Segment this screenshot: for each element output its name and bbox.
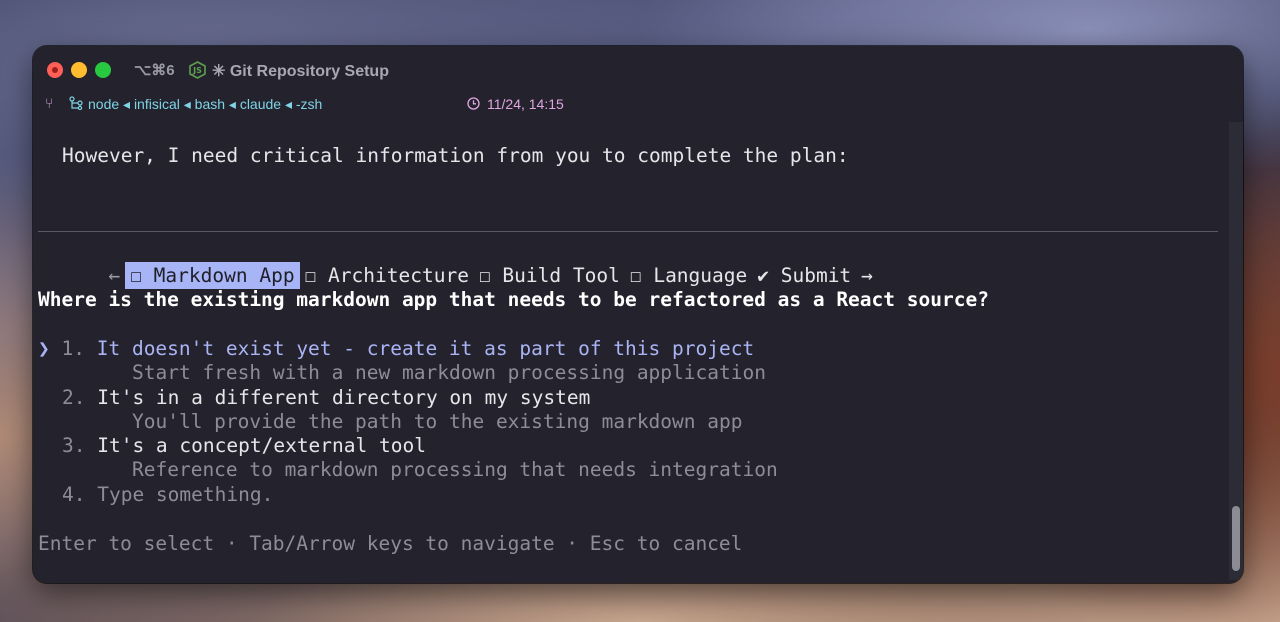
clock-icon: [467, 97, 480, 110]
question-text: Where is the existing markdown app that …: [38, 288, 989, 311]
option-label: It's in a different directory on my syst…: [97, 386, 591, 409]
option-1[interactable]: ❯ 1. It doesn't exist yet - create it as…: [38, 337, 754, 360]
tab-build-tool[interactable]: ☐ Build Tool: [474, 262, 625, 289]
info-bar: ⑂ node ◂ infisical ◂ bash ◂ claude ◂ -zs…: [33, 94, 1243, 118]
intro-text: However, I need critical information fro…: [62, 144, 849, 167]
title-bar: ⌥⌘6 JS ✳ Git Repository Setup: [33, 46, 1243, 94]
git-branch-icon: ⑂: [45, 95, 54, 111]
scrollbar-thumb[interactable]: [1232, 506, 1240, 571]
divider: [38, 231, 1218, 232]
option-2[interactable]: 2. It's in a different directory on my s…: [62, 386, 590, 409]
minimize-button[interactable]: [71, 62, 87, 78]
option-number: 2.: [62, 386, 86, 409]
option-4[interactable]: 4. Type something.: [62, 483, 273, 506]
svg-text:JS: JS: [192, 66, 202, 75]
nodejs-icon: JS: [189, 61, 206, 79]
tab-language[interactable]: ☐ Language: [625, 262, 752, 289]
footer-help: Enter to select · Tab/Arrow keys to navi…: [38, 532, 743, 555]
tab-markdown-app[interactable]: ☐ Markdown App: [125, 262, 300, 289]
tab-architecture[interactable]: ☐ Architecture: [300, 262, 474, 289]
nav-right-arrow-icon[interactable]: →: [856, 262, 878, 289]
process-chain: node ◂ infisical ◂ bash ◂ claude ◂ -zsh: [88, 96, 323, 112]
terminal-window: ⌥⌘6 JS ✳ Git Repository Setup ⑂ node ◂ i…: [33, 46, 1243, 583]
option-3[interactable]: 3. It's a concept/external tool: [62, 434, 426, 457]
option-description: You'll provide the path to the existing …: [132, 410, 743, 433]
tab-submit[interactable]: ✔ Submit: [752, 262, 856, 289]
window-title: ✳ Git Repository Setup: [212, 63, 389, 80]
option-number: 4.: [62, 483, 86, 506]
option-description: Reference to markdown processing that ne…: [132, 458, 778, 481]
session-datetime: 11/24, 14:15: [487, 96, 564, 112]
option-label: Type something.: [97, 483, 274, 506]
process-tree-icon: [69, 96, 83, 110]
option-label: It doesn't exist yet - create it as part…: [96, 337, 755, 360]
window-shortcut: ⌥⌘6: [134, 62, 175, 79]
cursor-icon: ❯: [38, 337, 50, 360]
option-number: 3.: [62, 434, 86, 457]
zoom-button[interactable]: [95, 62, 111, 78]
question-tabs: ← ☐ Markdown App ☐ Architecture ☐ Build Too…: [38, 239, 878, 289]
terminal-content[interactable]: However, I need critical information fro…: [33, 118, 1229, 583]
option-label: It's a concept/external tool: [97, 434, 426, 457]
close-button[interactable]: [47, 62, 63, 78]
option-description: Start fresh with a new markdown processi…: [132, 361, 766, 384]
option-number: 1.: [61, 337, 85, 360]
nav-left-arrow-icon[interactable]: ←: [108, 262, 125, 289]
